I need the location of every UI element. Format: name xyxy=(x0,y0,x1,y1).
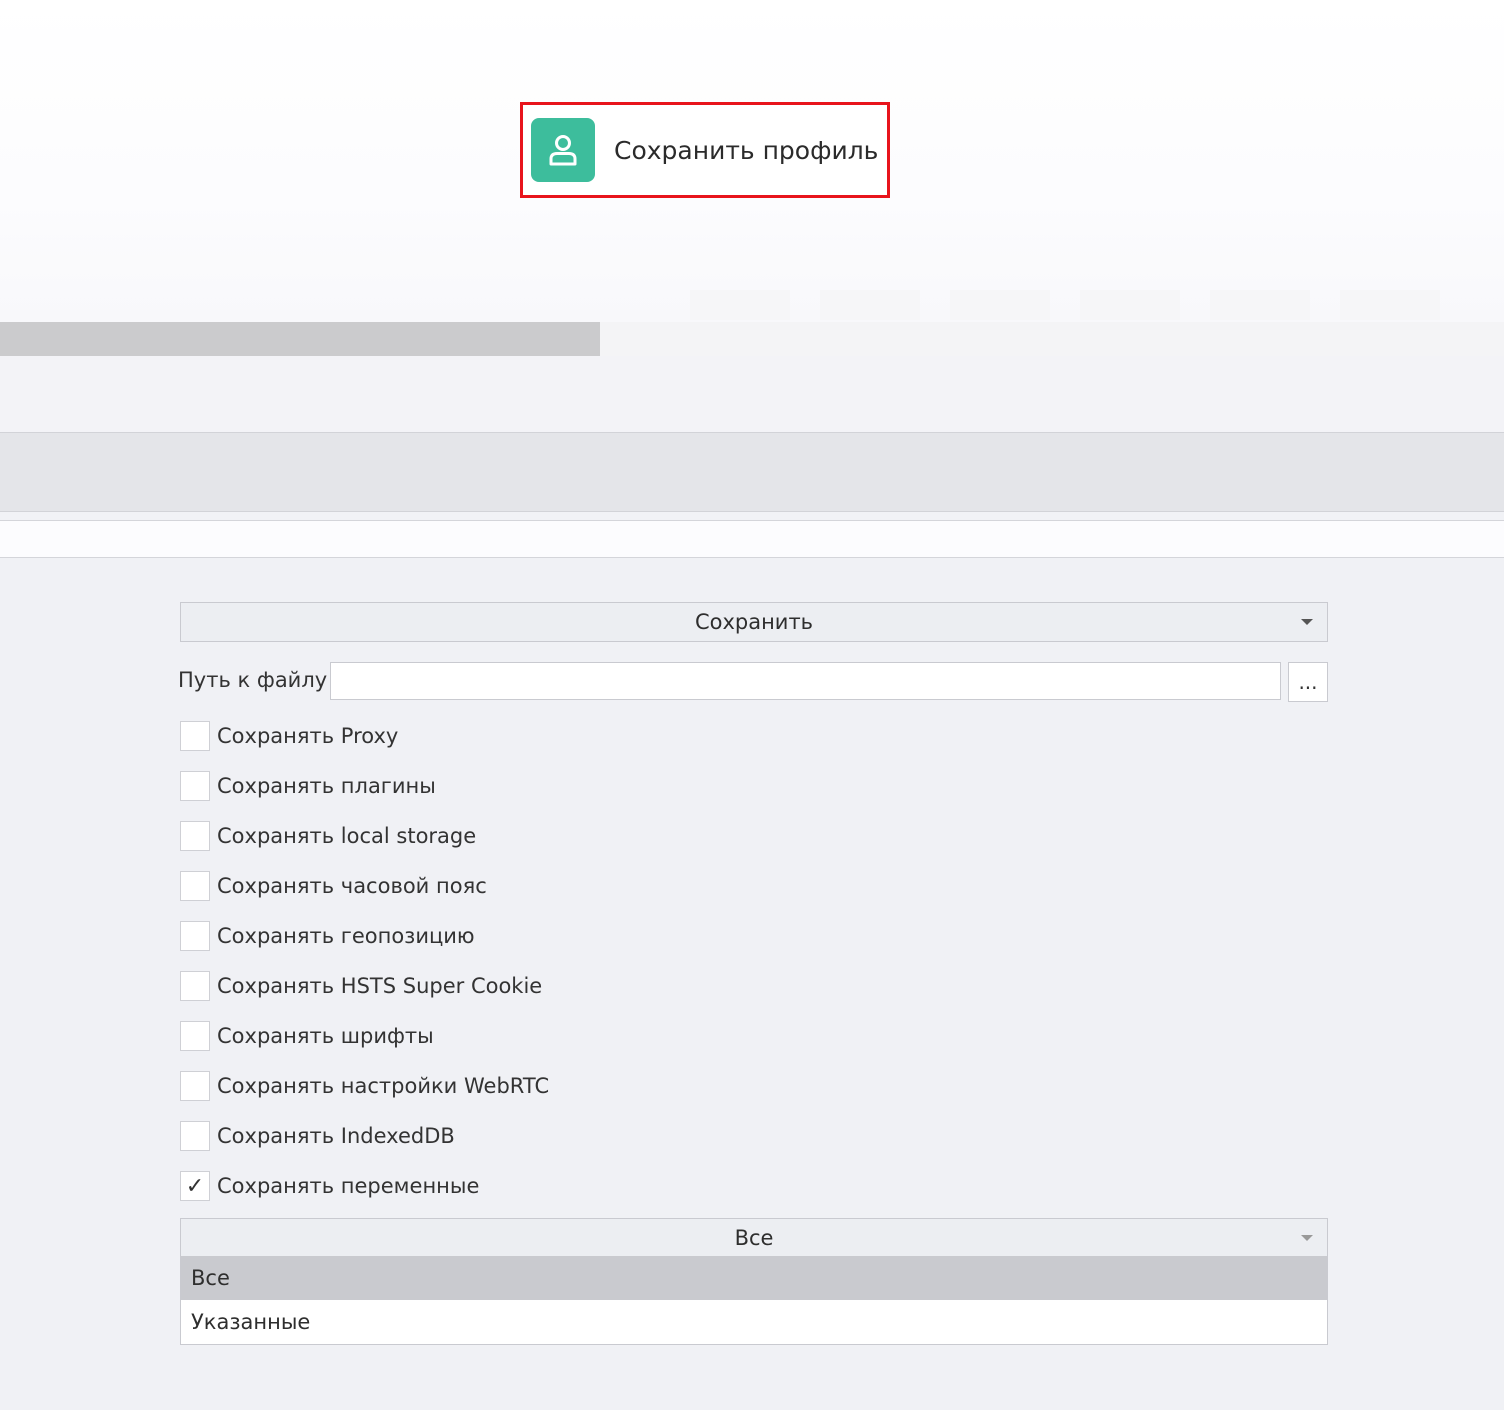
browse-button[interactable]: ... xyxy=(1288,662,1328,702)
checkbox-row-hsts[interactable]: Сохранять HSTS Super Cookie xyxy=(180,970,542,1002)
checkbox-row-proxy[interactable]: Сохранять Proxy xyxy=(180,720,398,752)
toolbar-band xyxy=(0,432,1504,512)
file-path-label: Путь к файлу xyxy=(178,668,328,692)
checkbox-label: Сохранять переменные xyxy=(217,1174,480,1198)
divider-bar xyxy=(0,322,600,356)
checkbox-row-indexeddb[interactable]: Сохранять IndexedDB xyxy=(180,1120,455,1152)
checkbox-row-variables[interactable]: ✓ Сохранять переменные xyxy=(180,1170,479,1202)
checkbox-label: Сохранять IndexedDB xyxy=(217,1124,455,1148)
faded-bar xyxy=(600,322,1504,356)
checkbox-row-fonts[interactable]: Сохранять шрифты xyxy=(180,1020,434,1052)
faded-cell xyxy=(690,290,790,320)
faded-cell xyxy=(1340,290,1440,320)
faded-cell xyxy=(1080,290,1180,320)
checkbox[interactable] xyxy=(180,921,210,951)
checkbox-label: Сохранять часовой пояс xyxy=(217,874,487,898)
checkbox[interactable] xyxy=(180,821,210,851)
checkbox-row-plugins[interactable]: Сохранять плагины xyxy=(180,770,436,802)
checkbox-row-timezone[interactable]: Сохранять часовой пояс xyxy=(180,870,487,902)
file-path-input[interactable] xyxy=(330,662,1281,700)
variables-dropdown-value: Все xyxy=(734,1225,774,1250)
checkbox[interactable] xyxy=(180,871,210,901)
chevron-down-icon xyxy=(1301,1234,1313,1241)
user-icon xyxy=(531,118,595,182)
faded-cell xyxy=(950,290,1050,320)
checkbox[interactable] xyxy=(180,1021,210,1051)
mode-dropdown[interactable]: Сохранить xyxy=(180,602,1328,642)
checkbox[interactable] xyxy=(180,1071,210,1101)
save-profile-label: Сохранить профиль xyxy=(614,135,879,165)
checkbox-row-geolocation[interactable]: Сохранять геопозицию xyxy=(180,920,475,952)
checkbox[interactable]: ✓ xyxy=(180,1171,210,1201)
checkbox-label: Сохранять геопозицию xyxy=(217,924,475,948)
background-band xyxy=(0,356,1504,432)
checkbox-label: Сохранять HSTS Super Cookie xyxy=(217,974,543,998)
checkbox[interactable] xyxy=(180,1121,210,1151)
chevron-down-icon xyxy=(1301,619,1313,625)
checkbox[interactable] xyxy=(180,721,210,751)
option-all[interactable]: Все xyxy=(181,1256,1327,1300)
checkbox[interactable] xyxy=(180,971,210,1001)
option-specified[interactable]: Указанные xyxy=(181,1300,1327,1344)
checkbox-label: Сохранять Proxy xyxy=(217,724,399,748)
faded-cell xyxy=(1210,290,1310,320)
variables-options-list: Все Указанные xyxy=(180,1256,1328,1345)
variables-dropdown[interactable]: Все xyxy=(180,1218,1328,1257)
checkbox-label: Сохранять local storage xyxy=(217,824,477,848)
save-profile-button[interactable]: Сохранить профиль xyxy=(531,116,878,184)
checkbox-row-local-storage[interactable]: Сохранять local storage xyxy=(180,820,476,852)
checkmark-icon: ✓ xyxy=(185,1173,205,1199)
mode-dropdown-value: Сохранить xyxy=(694,610,814,634)
checkbox-row-webrtc[interactable]: Сохранять настройки WebRTC xyxy=(180,1070,549,1102)
checkbox-label: Сохранять плагины xyxy=(217,774,436,798)
checkbox-label: Сохранять настройки WebRTC xyxy=(217,1074,550,1098)
checkbox-label: Сохранять шрифты xyxy=(217,1024,434,1048)
faded-cell xyxy=(820,290,920,320)
checkbox[interactable] xyxy=(180,771,210,801)
header-band xyxy=(0,520,1504,558)
